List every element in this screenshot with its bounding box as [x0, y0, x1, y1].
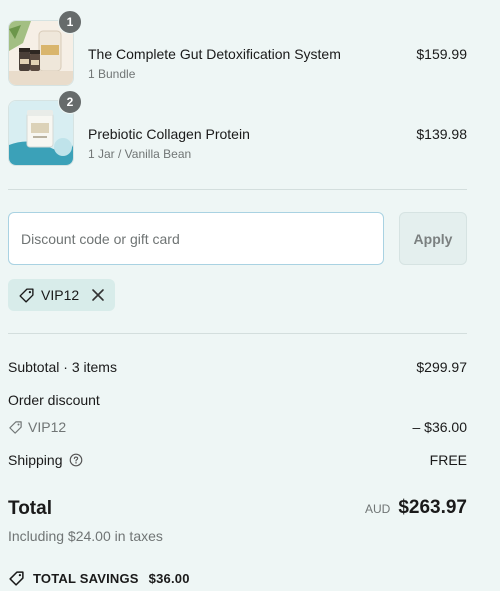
shipping-label-group: Shipping — [8, 452, 83, 468]
total-value: $263.97 — [398, 497, 467, 518]
divider — [8, 333, 467, 334]
order-discount-label: Order discount — [8, 392, 100, 408]
line-item-price: $159.99 — [416, 46, 467, 62]
help-icon[interactable] — [69, 453, 83, 467]
tax-note: Including $24.00 in taxes — [8, 528, 163, 544]
total-savings: TOTAL SAVINGS $36.00 — [8, 570, 190, 587]
discount-code-input[interactable] — [8, 212, 384, 265]
shipping-label: Shipping — [8, 452, 63, 468]
order-discount-code: VIP12 — [8, 419, 66, 435]
tag-icon — [18, 287, 35, 304]
product-variant: 1 Jar / Vanilla Bean — [88, 147, 192, 161]
currency-code: AUD — [364, 502, 391, 516]
apply-discount-button[interactable]: Apply — [399, 212, 467, 265]
quantity-badge: 1 — [58, 10, 82, 34]
subtotal-value: $299.97 — [416, 359, 467, 375]
tag-icon — [9, 571, 24, 586]
line-item: 1 The Complete Gut Detoxification System… — [8, 10, 467, 86]
shipping-value: FREE — [429, 452, 467, 468]
line-item: 2 Prebiotic Collagen Protein 1 Jar / Van… — [8, 90, 467, 166]
applied-discount-tag: VIP12 — [8, 279, 116, 311]
applied-discount-code: VIP12 — [41, 287, 80, 303]
total-label: Total — [8, 498, 52, 519]
divider — [8, 189, 467, 190]
subtotal-label: Subtotal · 3 items — [8, 359, 117, 375]
product-title: Prebiotic Collagen Protein — [88, 126, 250, 142]
line-item-price: $139.98 — [416, 126, 467, 142]
product-title: The Complete Gut Detoxification System — [88, 46, 341, 62]
remove-discount-button[interactable] — [89, 286, 107, 304]
total-savings-label: TOTAL SAVINGS — [33, 571, 139, 586]
close-icon — [92, 289, 104, 301]
total-savings-value: $36.00 — [148, 571, 190, 586]
product-variant: 1 Bundle — [88, 67, 136, 81]
total-amount: AUD $263.97 — [365, 497, 467, 519]
order-discount-code-text: VIP12 — [28, 419, 67, 435]
quantity-badge: 2 — [58, 90, 82, 114]
order-discount-value: – $36.00 — [412, 419, 468, 435]
tag-icon — [9, 420, 22, 434]
